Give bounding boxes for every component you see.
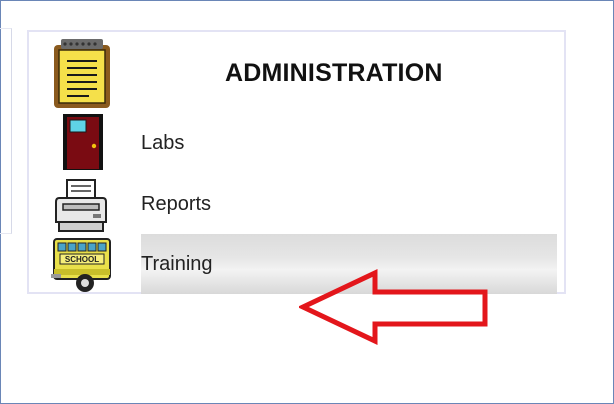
menu-item-reports[interactable]: Reports: [141, 175, 555, 233]
administration-panel: ADMINISTRATION Labs Reports Training SCH…: [27, 30, 566, 345]
panel-title: ADMINISTRATION: [225, 59, 443, 87]
door-icon: [63, 114, 103, 170]
school-bus-icon: SCHOOL: [51, 238, 111, 292]
menu-item-labs[interactable]: Labs: [141, 114, 555, 172]
left-panel-edge: [0, 28, 12, 234]
printer-icon: [55, 179, 107, 232]
red-arrow-annotation-icon: [299, 269, 488, 345]
bus-sign-text: SCHOOL: [65, 255, 99, 264]
menu-item-labs-label: Labs: [141, 131, 185, 154]
menu-item-reports-label: Reports: [141, 192, 212, 215]
menu-item-training-label: Training: [141, 252, 213, 275]
notepad-icon: [54, 39, 110, 108]
